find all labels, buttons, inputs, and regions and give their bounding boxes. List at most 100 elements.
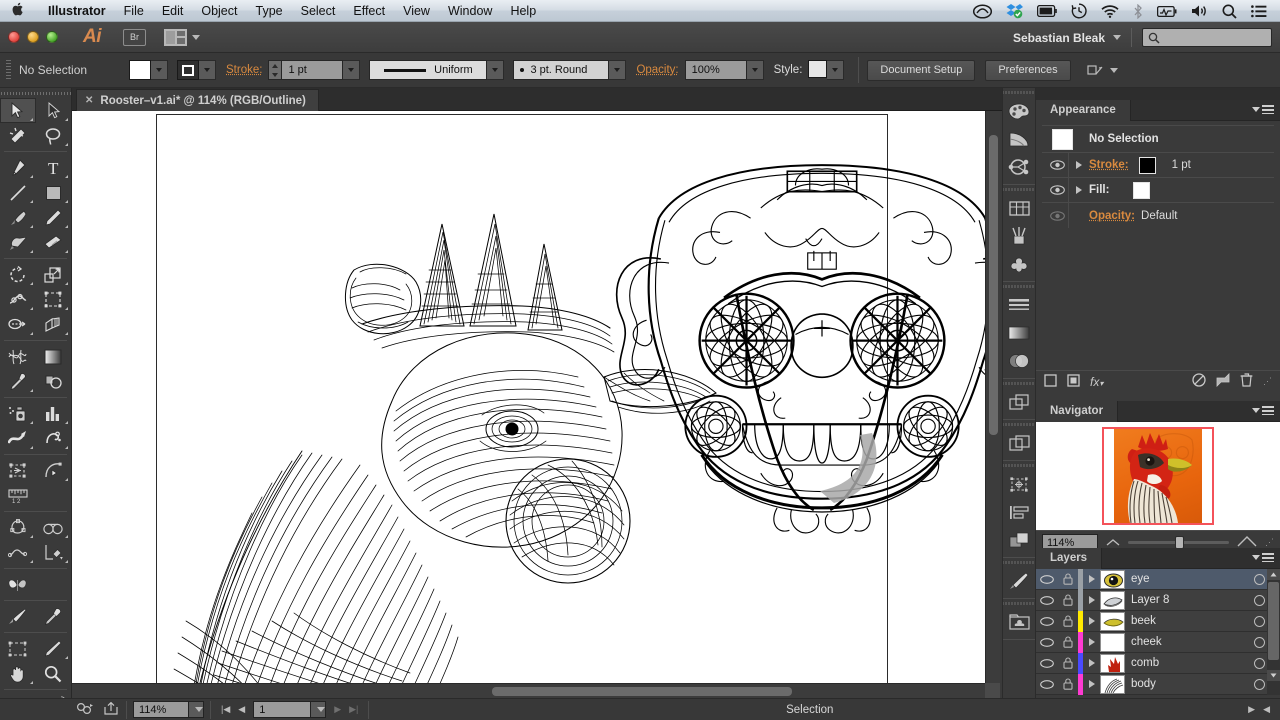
scroll-left-icon[interactable]: ◀ xyxy=(1263,704,1270,715)
layer-name[interactable]: comb xyxy=(1131,657,1238,669)
user-name-label[interactable]: Sebastian Bleak xyxy=(1013,31,1105,45)
symbols-icon[interactable] xyxy=(1003,250,1035,278)
anchor-shape-tool[interactable] xyxy=(0,515,36,540)
layer-row-comb[interactable]: comb xyxy=(1036,653,1280,674)
chevron-down-icon[interactable] xyxy=(1113,35,1121,40)
status-zoom-value[interactable]: 114% xyxy=(133,701,189,718)
fill-color-control[interactable] xyxy=(129,60,168,80)
menu-window[interactable]: Window xyxy=(439,0,501,22)
layer-expand-icon[interactable] xyxy=(1083,638,1100,646)
opacity-control[interactable]: 100% xyxy=(685,60,764,80)
shape-builder-tool[interactable] xyxy=(0,312,36,337)
zoom-tool[interactable] xyxy=(36,661,72,686)
appearance-row-stroke[interactable]: Stroke: 1 pt xyxy=(1042,153,1274,178)
document-setup-button[interactable]: Document Setup xyxy=(867,60,975,81)
layer-name[interactable]: Layer 8 xyxy=(1131,594,1238,606)
appearance-target-swatch[interactable] xyxy=(1052,129,1073,150)
stroke-weight-value[interactable]: 1 pt xyxy=(281,60,343,80)
pathfinder2-icon[interactable] xyxy=(1003,526,1035,554)
magic-wand-tool[interactable] xyxy=(0,123,36,148)
menu-effect[interactable]: Effect xyxy=(344,0,394,22)
layer-expand-icon[interactable] xyxy=(1083,596,1100,604)
duplicate-item-icon[interactable] xyxy=(1216,373,1230,390)
dock-grip[interactable] xyxy=(1003,420,1035,429)
direct-selection-tool[interactable] xyxy=(36,98,72,123)
free-transform-tool[interactable] xyxy=(36,287,72,312)
column-graph-tool[interactable] xyxy=(36,401,72,426)
panel-menu-icon[interactable] xyxy=(1252,406,1274,415)
close-icon[interactable]: ✕ xyxy=(85,95,93,106)
fill-dropdown-button[interactable] xyxy=(151,60,168,80)
layer-expand-icon[interactable] xyxy=(1083,575,1100,583)
blend-tool[interactable] xyxy=(36,369,72,394)
rotate-tool[interactable] xyxy=(0,262,36,287)
preferences-button[interactable]: Preferences xyxy=(985,60,1070,81)
panel-menu-icon[interactable] xyxy=(1252,553,1274,562)
visibility-toggle-icon[interactable] xyxy=(1046,185,1068,195)
color-panel-icon[interactable] xyxy=(1003,97,1035,125)
graphic-style-dropdown-button[interactable] xyxy=(827,60,844,80)
add-effect-icon[interactable]: fx▾ xyxy=(1090,375,1103,389)
scrollbar-thumb[interactable] xyxy=(989,135,998,435)
navigator-view[interactable] xyxy=(1036,422,1280,530)
hand-tool[interactable] xyxy=(0,661,36,686)
panel-menu-icon[interactable] xyxy=(1252,105,1274,114)
layer-visibility-icon[interactable] xyxy=(1036,617,1057,626)
blob-brush-tool[interactable] xyxy=(0,230,36,255)
transparency-panel-icon[interactable] xyxy=(1003,347,1035,375)
brush-definition-control[interactable]: 3 pt. Round xyxy=(513,60,626,80)
layer-name[interactable]: body xyxy=(1131,678,1238,690)
menu-edit[interactable]: Edit xyxy=(153,0,193,22)
layer-expand-icon[interactable] xyxy=(1083,617,1100,625)
layer-lock-icon[interactable] xyxy=(1057,678,1078,690)
status-zoom-dropdown-button[interactable] xyxy=(189,701,204,718)
clear-appearance-icon[interactable] xyxy=(1192,373,1206,390)
scroll-down-icon[interactable] xyxy=(1267,670,1280,681)
pen-tool[interactable] xyxy=(0,155,36,180)
layer-expand-icon[interactable] xyxy=(1083,680,1100,688)
status-page-dropdown-button[interactable] xyxy=(311,701,326,718)
notification-center-icon[interactable] xyxy=(1251,5,1267,18)
eraser-tool[interactable] xyxy=(36,230,72,255)
stroke-weight-dropdown-button[interactable] xyxy=(343,60,360,80)
zoom-out-icon[interactable] xyxy=(1106,537,1120,549)
export-icon[interactable] xyxy=(104,702,120,718)
stroke-weight-stepper[interactable] xyxy=(268,60,281,80)
zoom-window-button[interactable] xyxy=(46,31,58,43)
layer-visibility-icon[interactable] xyxy=(1036,575,1057,584)
stroke-weight-label[interactable]: Stroke: xyxy=(226,64,262,76)
document-tab[interactable]: ✕ Rooster–v1.ai* @ 114% (RGB/Outline) xyxy=(76,89,319,111)
appearance-row-opacity[interactable]: Opacity: Default xyxy=(1042,203,1274,228)
menu-object[interactable]: Object xyxy=(192,0,246,22)
lasso-tool[interactable] xyxy=(36,123,72,148)
width-tool[interactable] xyxy=(0,287,36,312)
dock-grip[interactable] xyxy=(1003,88,1035,97)
brushes-icon[interactable] xyxy=(1003,222,1035,250)
layer-name[interactable]: eye xyxy=(1131,573,1238,585)
layer-row-eye[interactable]: eye xyxy=(1036,569,1280,590)
status-page-value[interactable]: 1 xyxy=(253,701,311,718)
graphic-style-swatch[interactable] xyxy=(808,60,827,78)
layer-row-cheek[interactable]: cheek xyxy=(1036,632,1280,653)
graphic-style-control[interactable] xyxy=(808,60,844,80)
fill-swatch[interactable] xyxy=(129,60,151,80)
menu-type[interactable]: Type xyxy=(247,0,292,22)
dock-grip[interactable] xyxy=(1003,282,1035,291)
menu-help[interactable]: Help xyxy=(501,0,545,22)
symbol-libraries-icon[interactable] xyxy=(1003,608,1035,636)
rectangle-tool[interactable] xyxy=(36,180,72,205)
brush-libraries-icon[interactable] xyxy=(1003,567,1035,595)
next-page-icon[interactable]: ▶ xyxy=(334,704,341,715)
minimize-window-button[interactable] xyxy=(27,31,39,43)
menu-file[interactable]: File xyxy=(115,0,153,22)
stroke-weight-value[interactable]: 1 pt xyxy=(1172,159,1191,171)
opacity-dropdown-button[interactable] xyxy=(747,60,764,80)
volume-icon[interactable] xyxy=(1191,4,1208,18)
layers-scrollbar[interactable] xyxy=(1267,569,1280,695)
measure-tool[interactable]: 1 2 xyxy=(0,483,36,508)
warp-tool[interactable] xyxy=(0,426,36,451)
menu-select[interactable]: Select xyxy=(292,0,345,22)
screen-mode-icon[interactable] xyxy=(76,702,94,718)
apple-icon[interactable] xyxy=(12,1,25,20)
dropbox-icon[interactable] xyxy=(1006,3,1023,19)
